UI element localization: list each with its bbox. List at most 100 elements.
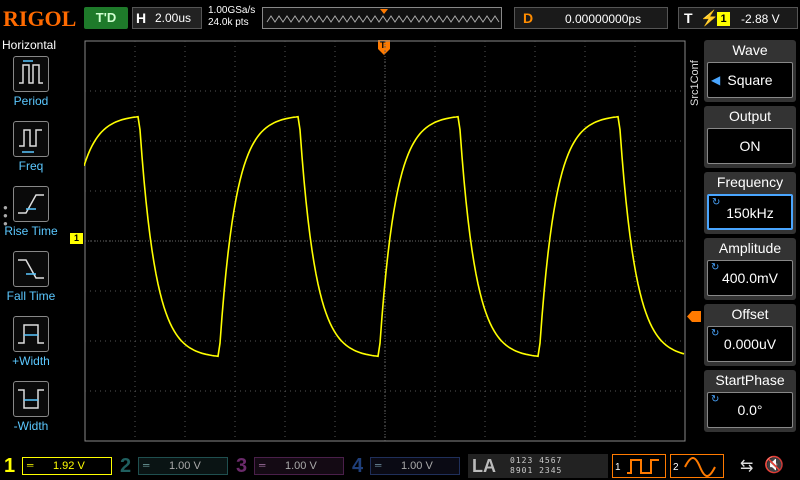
memory-overview — [262, 7, 502, 29]
usb-icon: ⇆ — [740, 458, 754, 475]
memory-waveform-preview — [266, 9, 500, 23]
trigger-level-marker[interactable] — [687, 309, 701, 322]
output-value: ON — [707, 128, 793, 164]
delay-label: D — [523, 10, 534, 26]
rigol-logo: RIGOL — [3, 6, 77, 31]
channel-4-number: 4 — [352, 455, 364, 477]
sample-rate: 1.00GSa/s — [208, 5, 256, 16]
right-softkey-menu: Wave ◀ Square Output ON Frequency ↻ 150k… — [704, 40, 800, 452]
sample-info: 1.00GSa/s 24.0k pts — [208, 5, 255, 29]
delay-value: 0.00000000ps — [565, 12, 642, 26]
horizontal-value: 2.00us — [155, 11, 192, 25]
knob-icon: ↻ — [711, 262, 720, 273]
amplitude-softkey[interactable]: Amplitude ↻ 400.0mV — [704, 238, 796, 300]
knob-icon: ↻ — [712, 197, 721, 208]
frequency-title: Frequency — [716, 174, 784, 190]
graticule — [83, 40, 686, 442]
channel-2-box[interactable]: 2 ═ 1.00 V — [118, 454, 230, 478]
generator-2-box[interactable]: 2 — [670, 454, 724, 478]
logic-analyzer-box[interactable]: LA 0123 4567 8901 2345 — [468, 454, 608, 478]
dc-coupling-icon: ═ — [259, 460, 266, 470]
channel-1-info: ═ 1.92 V — [22, 457, 112, 475]
horizontal-label: H — [136, 10, 147, 26]
la-channel-bits: 0123 4567 8901 2345 — [510, 456, 563, 475]
square-wave-icon — [627, 459, 659, 474]
output-softkey[interactable]: Output ON — [704, 106, 796, 168]
measure-rise-time-button[interactable]: Rise Time — [0, 184, 62, 246]
neg-width-label: -Width — [13, 419, 49, 433]
start-phase-title: StartPhase — [715, 372, 785, 388]
trigger-box[interactable]: T ⚡ 1 -2.88 V — [678, 7, 798, 29]
channel-1-scale: 1.92 V — [53, 460, 85, 472]
channel-4-box[interactable]: 4 ═ 1.00 V — [350, 454, 462, 478]
trigger-level: -2.88 V — [741, 12, 780, 26]
la-label: LA — [472, 456, 496, 476]
positive-width-icon — [13, 316, 49, 352]
run-status-badge[interactable]: T'D — [84, 7, 128, 29]
start-phase-softkey[interactable]: StartPhase ↻ 0.0° — [704, 370, 796, 432]
dc-coupling-icon: ═ — [27, 460, 34, 470]
channel-3-number: 3 — [236, 455, 248, 477]
source-config-tab[interactable]: Src1Conf — [686, 44, 704, 110]
offset-softkey[interactable]: Offset ↻ 0.000uV — [704, 304, 796, 366]
left-menu-title: Horizontal — [2, 38, 57, 52]
freq-label: Freq — [18, 159, 44, 173]
channel-1-number: 1 — [4, 455, 16, 477]
start-phase-value: ↻ 0.0° — [707, 392, 793, 428]
speaker-muted-icon[interactable]: 🔇 — [764, 455, 784, 475]
waveform-display[interactable] — [83, 40, 686, 442]
dc-coupling-icon: ═ — [143, 460, 150, 470]
trigger-label: T — [684, 10, 693, 26]
frequency-softkey[interactable]: Frequency ↻ 150kHz — [704, 172, 796, 234]
channel-2-info: ═ 1.00 V — [138, 457, 228, 475]
channel-4-info: ═ 1.00 V — [370, 457, 460, 475]
channel-4-scale: 1.00 V — [401, 460, 433, 472]
measure-pos-width-button[interactable]: +Width — [0, 314, 62, 376]
top-status-bar: RIGOL T'D H 2.00us 1.00GSa/s 24.0k pts D… — [0, 0, 800, 36]
knob-icon: ↻ — [711, 328, 720, 339]
generator-1-box[interactable]: 1 — [612, 454, 666, 478]
knob-icon: ↻ — [711, 394, 720, 405]
negative-width-icon — [13, 381, 49, 417]
left-measure-menu: Horizontal ● ● ● Period Freq Rise Time Fal… — [0, 36, 62, 452]
channel-2-scale: 1.00 V — [169, 460, 201, 472]
ch1-waveform-trace — [83, 115, 685, 358]
frequency-icon — [13, 121, 49, 157]
bottom-channel-bar: 1 ═ 1.92 V 2 ═ 1.00 V 3 ═ 1.00 V 4 ═ 1.0… — [0, 452, 800, 480]
trigger-edge-icon: ⚡ — [700, 10, 719, 27]
measure-freq-button[interactable]: Freq — [0, 119, 62, 181]
dc-coupling-icon: ═ — [375, 460, 382, 470]
channel-1-box[interactable]: 1 ═ 1.92 V — [2, 454, 114, 478]
wave-softkey[interactable]: Wave ◀ Square — [704, 40, 796, 102]
frequency-value: ↻ 150kHz — [707, 194, 793, 230]
select-arrow-icon: ◀ — [711, 73, 721, 87]
measure-neg-width-button[interactable]: -Width — [0, 379, 62, 441]
ch1-offset-marker[interactable]: 1 — [70, 233, 83, 244]
pos-width-label: +Width — [12, 354, 50, 368]
output-title: Output — [728, 108, 772, 124]
delay-box[interactable]: D 0.00000000ps — [514, 7, 668, 29]
channel-3-info: ═ 1.00 V — [254, 457, 344, 475]
trigger-position-marker — [380, 9, 388, 14]
channel-2-number: 2 — [120, 455, 132, 477]
fall-time-icon — [13, 251, 49, 287]
wave-value: ◀ Square — [707, 62, 793, 98]
period-icon — [13, 56, 49, 92]
sine-wave-icon — [684, 457, 716, 477]
amplitude-value: ↻ 400.0mV — [707, 260, 793, 296]
amplitude-title: Amplitude — [718, 240, 782, 256]
channel-3-box[interactable]: 3 ═ 1.00 V — [234, 454, 346, 478]
rise-time-label: Rise Time — [4, 224, 58, 238]
rise-time-icon — [13, 186, 49, 222]
offset-title: Offset — [731, 306, 769, 322]
horizontal-scale[interactable]: H 2.00us — [132, 7, 202, 29]
measure-period-button[interactable]: Period — [0, 54, 62, 116]
wave-title: Wave — [732, 42, 768, 58]
period-label: Period — [13, 94, 49, 108]
offset-value: ↻ 0.000uV — [707, 326, 793, 362]
fall-time-label: Fall Time — [6, 289, 56, 303]
measure-fall-time-button[interactable]: Fall Time — [0, 249, 62, 311]
trigger-channel: 1 — [717, 12, 730, 26]
channel-3-scale: 1.00 V — [285, 460, 317, 472]
memory-depth: 24.0k pts — [208, 17, 249, 28]
